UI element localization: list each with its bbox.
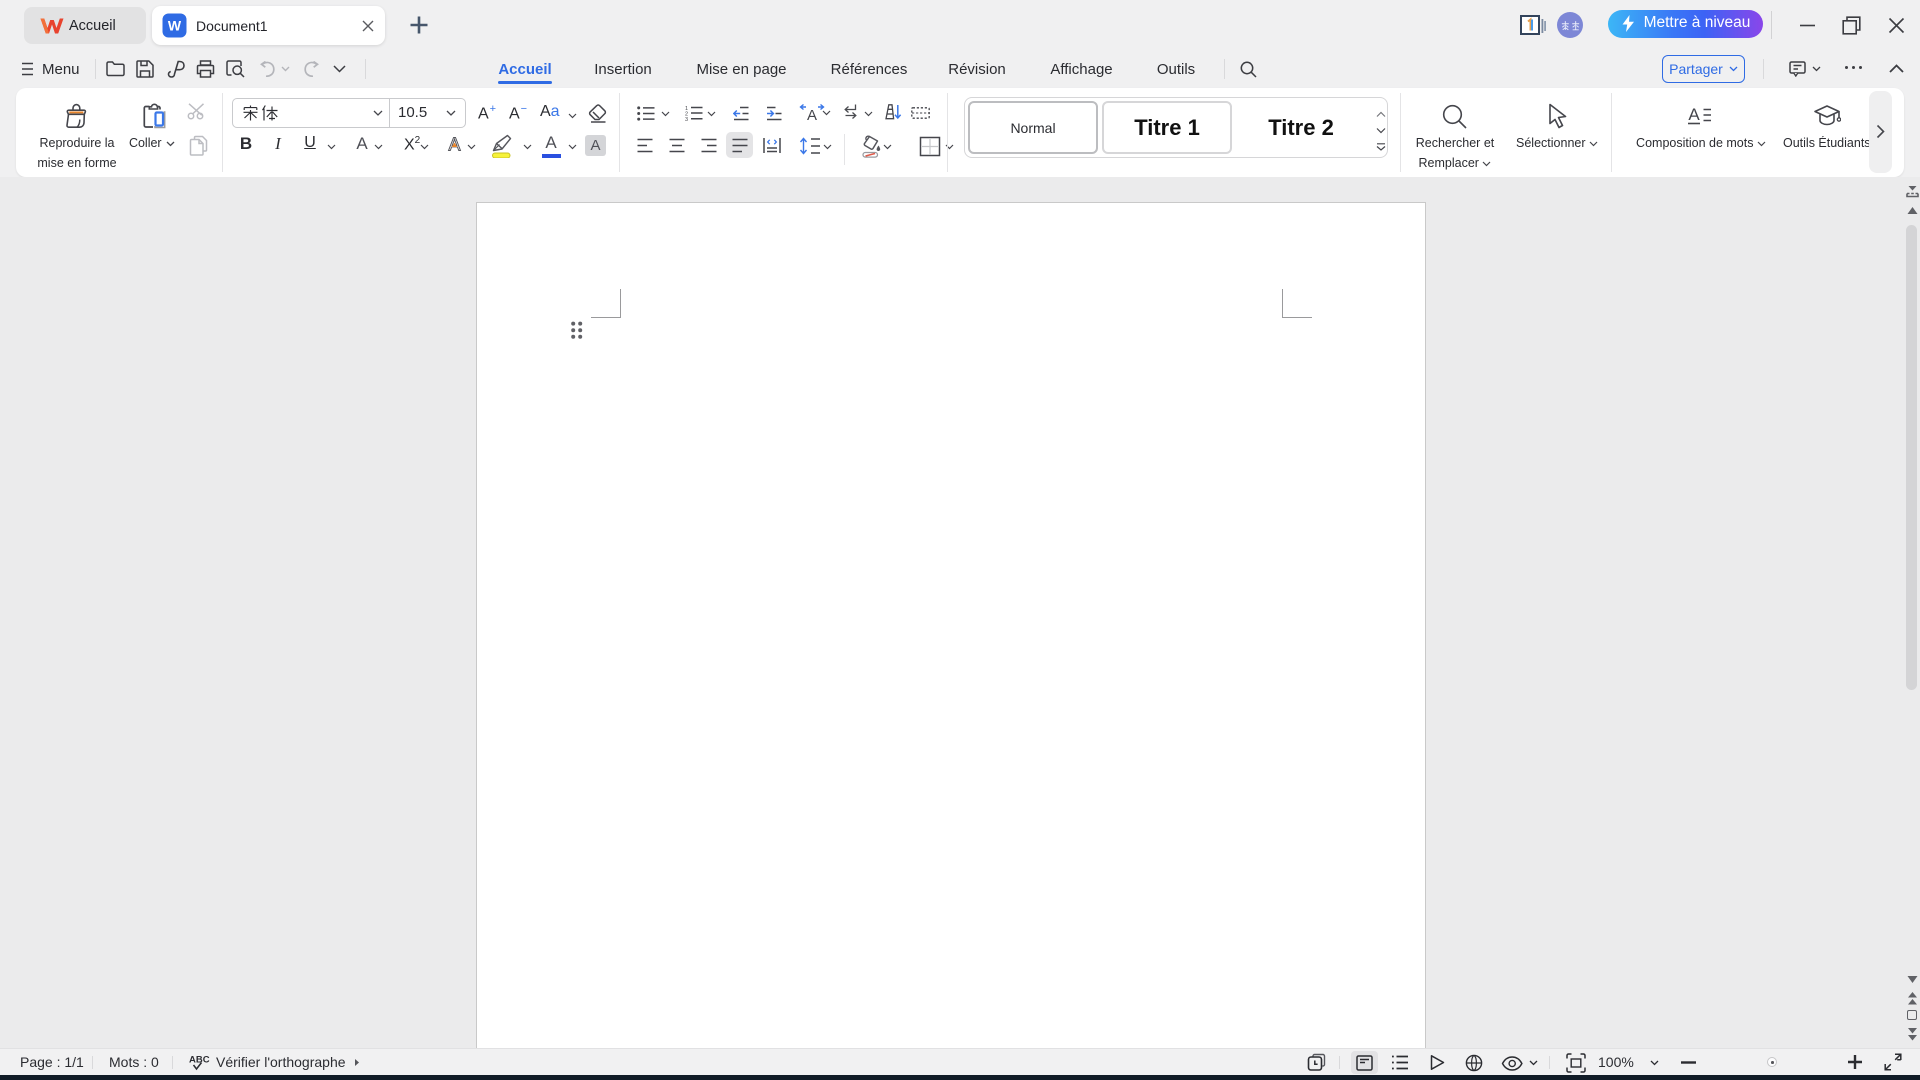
svg-text:3: 3: [685, 117, 688, 121]
svg-text:A: A: [807, 107, 817, 124]
svg-text:A: A: [1688, 105, 1700, 124]
svg-text:W: W: [168, 18, 182, 34]
svg-text:ABC: ABC: [189, 1055, 210, 1066]
